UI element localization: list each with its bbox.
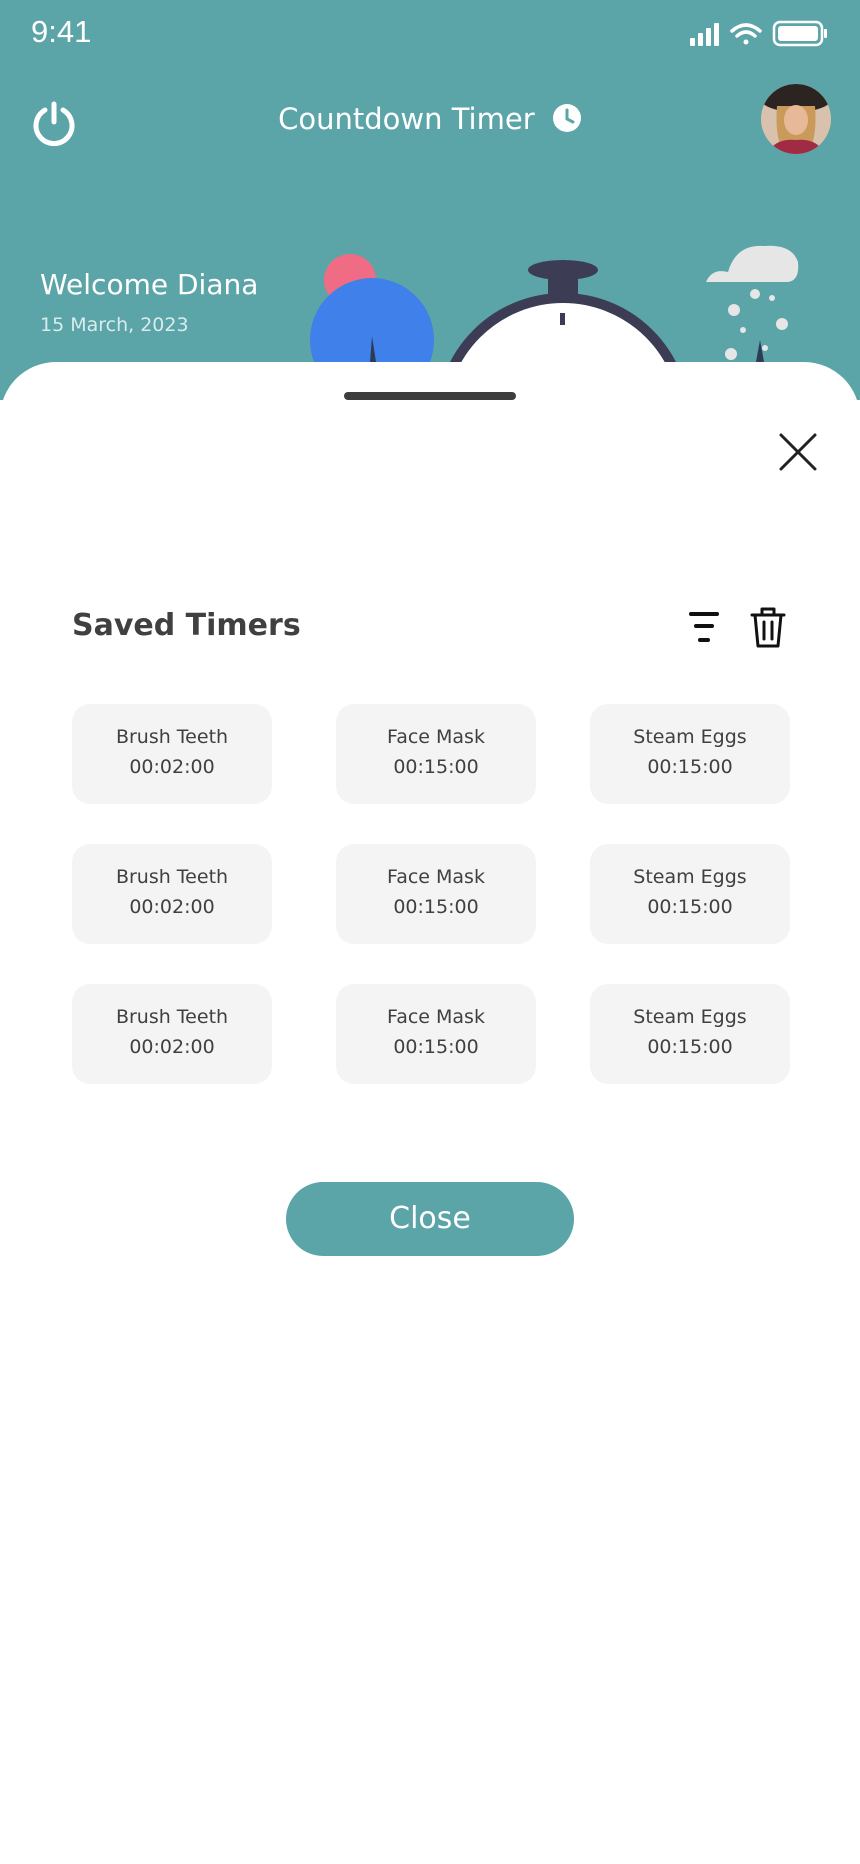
close-x-button[interactable] bbox=[778, 432, 818, 472]
wifi-icon bbox=[730, 23, 762, 45]
avatar-image bbox=[761, 84, 831, 154]
timer-name: Brush Teeth bbox=[115, 866, 229, 888]
timer-card[interactable]: Brush Teeth 00:02:00 bbox=[72, 984, 272, 1084]
timer-name: Steam Eggs bbox=[633, 866, 747, 888]
timer-duration: 00:15:00 bbox=[393, 896, 479, 918]
timer-name: Steam Eggs bbox=[633, 726, 747, 748]
timer-name: Steam Eggs bbox=[633, 1006, 747, 1028]
filter-button[interactable] bbox=[688, 608, 720, 648]
timer-name: Face Mask bbox=[387, 726, 485, 748]
battery-icon bbox=[772, 20, 827, 47]
timer-duration: 00:02:00 bbox=[129, 1036, 215, 1058]
status-icons bbox=[690, 20, 827, 47]
timer-card[interactable]: Steam Eggs 00:15:00 bbox=[590, 984, 790, 1084]
close-button[interactable]: Close bbox=[286, 1182, 574, 1256]
clock-icon bbox=[552, 104, 581, 132]
trash-icon bbox=[750, 607, 786, 648]
header-illustration bbox=[310, 245, 799, 400]
filter-icon bbox=[689, 612, 719, 642]
timer-card[interactable]: Face Mask 00:15:00 bbox=[336, 984, 536, 1084]
delete-button[interactable] bbox=[750, 606, 786, 648]
timer-card[interactable]: Steam Eggs 00:15:00 bbox=[590, 844, 790, 944]
timer-duration: 00:02:00 bbox=[129, 756, 215, 778]
date-text: 15 March, 2023 bbox=[40, 314, 189, 336]
app-title: Countdown Timer bbox=[0, 102, 860, 136]
timer-name: Face Mask bbox=[387, 1006, 485, 1028]
timer-duration: 00:02:00 bbox=[129, 896, 215, 918]
app-title-text: Countdown Timer bbox=[278, 102, 535, 136]
timer-card[interactable]: Brush Teeth 00:02:00 bbox=[72, 844, 272, 944]
close-icon bbox=[779, 433, 817, 471]
timer-duration: 00:15:00 bbox=[647, 1036, 733, 1058]
avatar[interactable] bbox=[761, 84, 831, 154]
timer-card[interactable]: Brush Teeth 00:02:00 bbox=[72, 704, 272, 804]
timer-name: Brush Teeth bbox=[115, 726, 229, 748]
header-area: 9:41 Countdown Timer Welcome Diana 15 Ma… bbox=[0, 0, 860, 400]
sheet-drag-handle[interactable] bbox=[344, 392, 516, 400]
countdown-timer-screen: 9:41 Countdown Timer Welcome Diana 15 Ma… bbox=[0, 0, 860, 1864]
saved-timers-sheet: Saved Timers Brush Teeth 00:02:00 Face M… bbox=[0, 362, 860, 1864]
timer-name: Face Mask bbox=[387, 866, 485, 888]
timer-duration: 00:15:00 bbox=[393, 756, 479, 778]
timer-duration: 00:15:00 bbox=[647, 896, 733, 918]
timer-duration: 00:15:00 bbox=[393, 1036, 479, 1058]
status-time: 9:41 bbox=[31, 14, 92, 49]
saved-timers-title: Saved Timers bbox=[72, 608, 301, 643]
timer-card[interactable]: Steam Eggs 00:15:00 bbox=[590, 704, 790, 804]
timer-card[interactable]: Face Mask 00:15:00 bbox=[336, 704, 536, 804]
signal-icon bbox=[690, 23, 719, 46]
timer-card[interactable]: Face Mask 00:15:00 bbox=[336, 844, 536, 944]
timer-name: Brush Teeth bbox=[115, 1006, 229, 1028]
welcome-text: Welcome Diana bbox=[40, 268, 259, 301]
timer-duration: 00:15:00 bbox=[647, 756, 733, 778]
